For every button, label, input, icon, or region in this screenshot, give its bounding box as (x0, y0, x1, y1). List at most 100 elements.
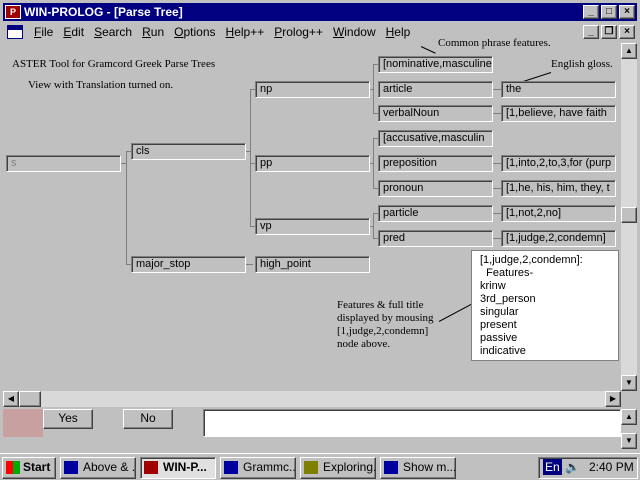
tree-node-cls[interactable]: cls (131, 143, 246, 160)
task-exploring[interactable]: Exploring... (300, 457, 376, 479)
tree-node-high-point[interactable]: high_point (255, 256, 370, 273)
pane-scroll-up-icon[interactable]: ▲ (621, 409, 637, 425)
scroll-left-icon[interactable]: ◀ (3, 391, 19, 407)
no-button[interactable]: No (123, 409, 173, 429)
arrow-features (420, 46, 436, 54)
task-show[interactable]: Show m... (380, 457, 456, 479)
tree-node-pronoun-gloss[interactable]: [1,he, his, him, they, t (501, 180, 616, 197)
maximize-button[interactable]: □ (601, 5, 617, 19)
tree-node-particle[interactable]: particle (378, 205, 493, 222)
tree-node-pred-gloss[interactable]: [1,judge,2,condemn] (501, 230, 616, 247)
tree-node-article-gloss[interactable]: the (501, 81, 616, 98)
system-tray: En 🔈 2:40 PM (538, 457, 638, 479)
arrow-mouse (438, 302, 475, 322)
yes-button[interactable]: Yes (43, 409, 93, 429)
popup-line: Features- (480, 267, 534, 279)
tree-node-pronoun[interactable]: pronoun (378, 180, 493, 197)
popup-line: present (480, 319, 517, 331)
english-gloss-note: English gloss. (551, 58, 613, 70)
task-label: Exploring... (323, 460, 375, 474)
task-grammc[interactable]: Grammc... (220, 457, 296, 479)
menu-prologplusplus[interactable]: Prolog++ (274, 25, 323, 39)
task-label: WIN-P... (163, 460, 207, 474)
doc-close-button[interactable]: × (619, 25, 635, 39)
app-window-icon (384, 461, 398, 474)
popup-line: indicative (480, 345, 526, 357)
horizontal-scrollbar[interactable]: ◀ ▶ (3, 391, 621, 407)
pane-strip (3, 409, 43, 437)
windows-logo-icon (6, 461, 20, 474)
doc-restore-button[interactable]: ❐ (601, 25, 617, 39)
tree-node-verbalnoun-gloss[interactable]: [1,believe, have faith (501, 105, 616, 122)
task-winprolog[interactable]: WIN-P... (140, 457, 216, 479)
menu-help[interactable]: Help (386, 25, 411, 39)
tree-node-vp[interactable]: vp (255, 218, 370, 235)
menu-file[interactable]: File (34, 25, 53, 39)
tool-heading: ASTER Tool for Gramcord Greek Parse Tree… (12, 58, 216, 70)
menu-helpplusplus[interactable]: Help++ (226, 25, 265, 39)
mouse-note-2: displayed by mousing (337, 312, 434, 324)
output-field[interactable] (203, 409, 621, 437)
bottom-pane: Yes No ▲ ▼ (3, 409, 637, 453)
tree-edge (245, 264, 253, 265)
menu-run[interactable]: Run (142, 25, 164, 39)
task-label: Show m... (403, 460, 456, 474)
scroll-right-icon[interactable]: ▶ (605, 391, 621, 407)
scroll-down-icon[interactable]: ▼ (621, 375, 637, 391)
tree-node-pp-features[interactable]: [accusative,masculin (378, 130, 493, 147)
prolog-app-icon[interactable]: P (5, 5, 21, 19)
tree-node-np[interactable]: np (255, 81, 370, 98)
tree-node-preposition[interactable]: preposition (378, 155, 493, 172)
document-icon[interactable] (7, 25, 23, 39)
start-button[interactable]: Start (2, 457, 56, 479)
start-label: Start (23, 460, 51, 474)
title-bar: P WIN-PROLOG - [Parse Tree] _ □ × (3, 3, 637, 21)
tree-node-pp[interactable]: pp (255, 155, 370, 172)
mouse-note-4: node above. (337, 338, 391, 350)
taskbar: Start Above & ... WIN-P... Grammc... Exp… (0, 453, 640, 480)
word-doc-icon (64, 461, 78, 474)
vertical-scrollbar[interactable]: ▲ ▼ (621, 43, 637, 391)
doc-minimize-button[interactable]: _ (583, 25, 599, 39)
app-window-icon (224, 461, 238, 474)
mouse-note-3: [1,judge,2,condemn] (337, 325, 429, 337)
task-above[interactable]: Above & ... (60, 457, 136, 479)
menu-edit[interactable]: Edit (63, 25, 84, 39)
scroll-thumb[interactable] (621, 207, 637, 223)
popup-line: krinw (480, 280, 506, 292)
clock[interactable]: 2:40 PM (589, 458, 634, 477)
scroll-up-icon[interactable]: ▲ (621, 43, 637, 59)
tree-edge (373, 138, 374, 189)
tree-node-preposition-gloss[interactable]: [1,into,2,to,3,for (purp (501, 155, 616, 172)
feature-tooltip: [1,judge,2,condemn]: Features- krinw 3rd… (471, 250, 619, 361)
task-label: Grammc... (243, 460, 296, 474)
task-label: Above & ... (83, 460, 136, 474)
close-button[interactable]: × (619, 5, 635, 19)
tree-node-np-features[interactable]: [nominative,masculine (378, 56, 493, 73)
minimize-button[interactable]: _ (583, 5, 599, 19)
tree-edge (250, 89, 251, 227)
tree-node-article[interactable]: article (378, 81, 493, 98)
pane-scroll-down-icon[interactable]: ▼ (621, 433, 637, 449)
window-title: WIN-PROLOG - [Parse Tree] (24, 5, 183, 19)
speaker-icon[interactable]: 🔈 (565, 458, 580, 477)
menu-options[interactable]: Options (174, 25, 215, 39)
tree-node-particle-gloss[interactable]: [1,not,2,no] (501, 205, 616, 222)
common-features-note: Common phrase features. (438, 37, 551, 49)
popup-line: [1,judge,2,condemn]: (480, 254, 583, 266)
tree-node-s[interactable]: s (6, 155, 121, 172)
menu-search[interactable]: Search (94, 25, 132, 39)
mouse-note-1: Features & full title (337, 299, 424, 311)
tree-node-major-stop[interactable]: major_stop (131, 256, 246, 273)
tree-edge (373, 64, 374, 114)
popup-line: 3rd_person (480, 293, 536, 305)
tree-node-pred[interactable]: pred (378, 230, 493, 247)
prolog-icon (144, 461, 158, 474)
tree-node-verbalnoun[interactable]: verbalNoun (378, 105, 493, 122)
hscroll-thumb[interactable] (19, 391, 41, 407)
tool-subheading: View with Translation turned on. (28, 79, 174, 91)
popup-line: singular (480, 306, 519, 318)
menu-window[interactable]: Window (333, 25, 376, 39)
explorer-icon (304, 461, 318, 474)
language-indicator[interactable]: En (543, 459, 562, 475)
